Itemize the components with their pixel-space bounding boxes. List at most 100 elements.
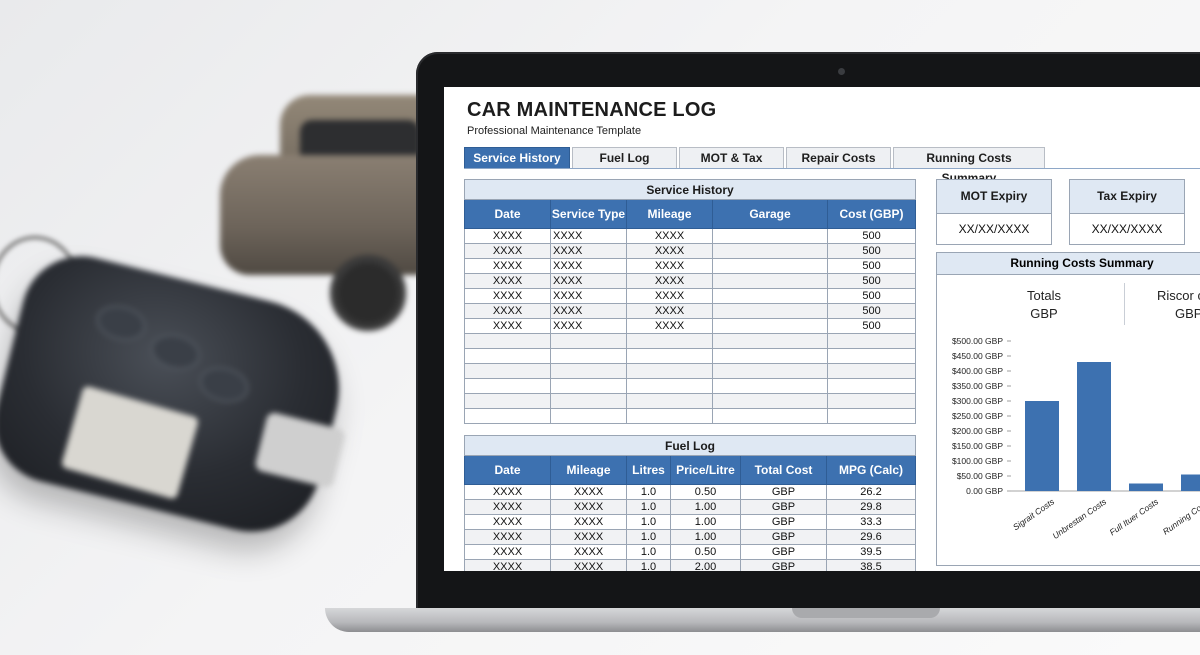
fuel-log-cell[interactable]: GBP (740, 484, 827, 500)
service-history-cell[interactable]: XXXX (626, 303, 713, 319)
service-history-cell[interactable] (712, 363, 828, 379)
fuel-log-cell[interactable]: 26.2 (826, 484, 916, 500)
service-history-cell[interactable]: 500 (826, 273, 917, 289)
fuel-log-cell[interactable]: 1.0 (626, 499, 671, 515)
service-history-cell[interactable] (550, 393, 627, 409)
service-history-cell[interactable]: XXXX (464, 303, 551, 319)
chart-bar[interactable] (1181, 474, 1200, 492)
fuel-log-cell[interactable]: XXXX (550, 514, 627, 530)
service-history-cell[interactable] (550, 378, 627, 394)
service-history-cell[interactable]: XXXX (626, 243, 713, 259)
fuel-log-cell[interactable]: 2.00 (670, 559, 741, 571)
service-history-cell[interactable] (712, 333, 828, 349)
fuel-log-cell[interactable]: XXXX (550, 529, 627, 545)
fuel-log-cell[interactable]: 1.0 (626, 529, 671, 545)
service-history-cell[interactable] (826, 408, 917, 424)
fuel-log-cell[interactable]: 29.8 (826, 499, 916, 515)
service-history-cell[interactable]: XXXX (626, 273, 713, 289)
fuel-log-cell[interactable]: GBP (740, 499, 827, 515)
service-history-cell[interactable]: XXXX (550, 273, 627, 289)
service-history-cell[interactable] (626, 333, 713, 349)
service-history-cell[interactable] (712, 378, 828, 394)
fuel-log-cell[interactable]: XXXX (550, 544, 627, 560)
fuel-log-cell[interactable]: 33.3 (826, 514, 916, 530)
service-history-cell[interactable] (464, 333, 551, 349)
service-history-cell[interactable] (712, 243, 828, 259)
fuel-log-cell[interactable]: XXXX (550, 559, 627, 571)
chart-bar[interactable] (1077, 362, 1111, 491)
service-history-cell[interactable]: 500 (826, 303, 917, 319)
fuel-log-cell[interactable]: 0.50 (670, 484, 741, 500)
service-history-cell[interactable]: XXXX (626, 228, 713, 244)
tab-service-history[interactable]: Service History (464, 147, 570, 168)
service-history-cell[interactable] (826, 363, 917, 379)
service-history-cell[interactable] (712, 408, 828, 424)
service-history-cell[interactable] (626, 378, 713, 394)
fuel-log-cell[interactable]: 1.00 (670, 514, 741, 530)
fuel-log-cell[interactable]: 1.0 (626, 544, 671, 560)
service-history-cell[interactable] (712, 303, 828, 319)
service-history-cell[interactable]: 500 (826, 288, 917, 304)
fuel-log-cell[interactable]: 1.0 (626, 484, 671, 500)
mot-expiry-value[interactable]: XX/XX/XXXX (937, 214, 1051, 244)
service-history-cell[interactable] (712, 348, 828, 364)
service-history-cell[interactable] (464, 393, 551, 409)
fuel-log-cell[interactable]: GBP (740, 529, 827, 545)
fuel-log-cell[interactable]: GBP (740, 514, 827, 530)
tab-running-costs-summary[interactable]: Running Costs Summary (893, 147, 1045, 185)
service-history-cell[interactable] (712, 288, 828, 304)
service-history-cell[interactable] (464, 348, 551, 364)
service-history-cell[interactable]: XXXX (464, 288, 551, 304)
service-history-cell[interactable]: XXXX (626, 288, 713, 304)
fuel-log-cell[interactable]: 0.50 (670, 544, 741, 560)
service-history-cell[interactable] (464, 363, 551, 379)
service-history-cell[interactable] (550, 363, 627, 379)
tab-fuel-log[interactable]: Fuel Log (572, 147, 677, 168)
fuel-log-cell[interactable]: 1.00 (670, 529, 741, 545)
service-history-cell[interactable]: XXXX (550, 243, 627, 259)
tax-expiry-value[interactable]: XX/XX/XXXX (1070, 214, 1184, 244)
service-history-cell[interactable]: 500 (826, 243, 917, 259)
service-history-cell[interactable]: XXXX (550, 303, 627, 319)
fuel-log-cell[interactable]: 1.00 (670, 499, 741, 515)
service-history-cell[interactable] (712, 318, 828, 334)
tab-mot-tax[interactable]: MOT & Tax (679, 147, 784, 168)
service-history-cell[interactable] (626, 363, 713, 379)
service-history-cell[interactable] (826, 333, 917, 349)
fuel-log-cell[interactable]: XXXX (464, 484, 551, 500)
fuel-log-cell[interactable]: XXXX (464, 529, 551, 545)
fuel-log-cell[interactable]: 38.5 (826, 559, 916, 571)
fuel-log-cell[interactable]: XXXX (550, 499, 627, 515)
service-history-cell[interactable]: XXXX (464, 258, 551, 274)
service-history-cell[interactable]: 500 (826, 228, 917, 244)
fuel-log-cell[interactable]: XXXX (550, 484, 627, 500)
service-history-cell[interactable]: XXXX (464, 318, 551, 334)
service-history-cell[interactable]: XXXX (464, 273, 551, 289)
fuel-log-cell[interactable]: XXXX (464, 559, 551, 571)
fuel-log-cell[interactable]: XXXX (464, 544, 551, 560)
service-history-cell[interactable] (712, 258, 828, 274)
fuel-log-cell[interactable]: XXXX (464, 499, 551, 515)
service-history-cell[interactable] (626, 348, 713, 364)
service-history-cell[interactable]: XXXX (626, 318, 713, 334)
service-history-cell[interactable]: XXXX (550, 228, 627, 244)
fuel-log-cell[interactable]: GBP (740, 544, 827, 560)
service-history-cell[interactable] (626, 393, 713, 409)
service-history-cell[interactable]: 500 (826, 318, 917, 334)
fuel-log-cell[interactable]: XXXX (464, 514, 551, 530)
service-history-cell[interactable]: XXXX (550, 258, 627, 274)
service-history-cell[interactable]: XXXX (464, 228, 551, 244)
service-history-cell[interactable]: XXXX (550, 288, 627, 304)
service-history-cell[interactable] (464, 408, 551, 424)
service-history-cell[interactable]: XXXX (464, 243, 551, 259)
service-history-cell[interactable] (826, 393, 917, 409)
service-history-cell[interactable] (550, 408, 627, 424)
service-history-cell[interactable]: XXXX (550, 318, 627, 334)
tab-repair-costs[interactable]: Repair Costs (786, 147, 891, 168)
service-history-cell[interactable] (550, 348, 627, 364)
fuel-log-cell[interactable]: 1.0 (626, 514, 671, 530)
service-history-cell[interactable]: XXXX (626, 258, 713, 274)
chart-bar[interactable] (1129, 483, 1163, 492)
service-history-cell[interactable] (826, 348, 917, 364)
fuel-log-cell[interactable]: GBP (740, 559, 827, 571)
